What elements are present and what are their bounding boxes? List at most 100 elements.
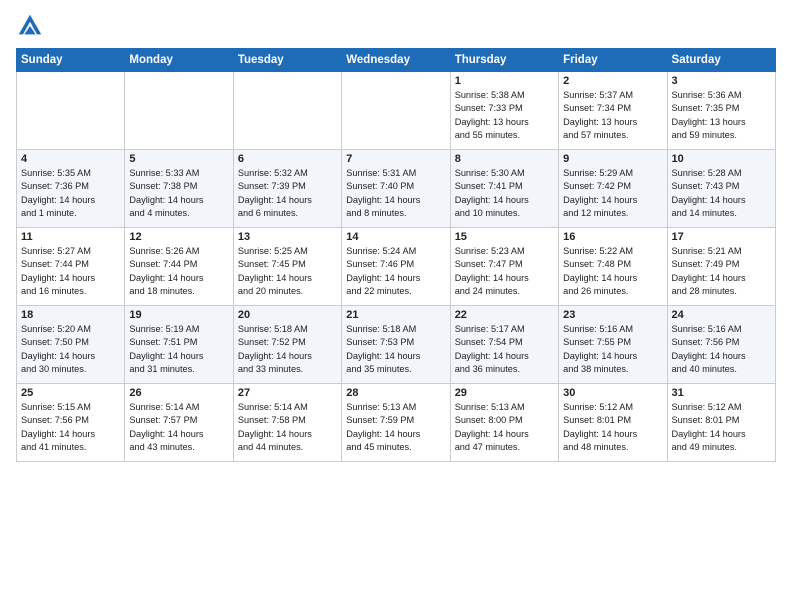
weekday-header-saturday: Saturday xyxy=(667,49,775,72)
day-info: Sunrise: 5:18 AM Sunset: 7:52 PM Dayligh… xyxy=(238,323,337,376)
day-number: 31 xyxy=(672,387,771,399)
day-number: 18 xyxy=(21,309,120,321)
day-info: Sunrise: 5:33 AM Sunset: 7:38 PM Dayligh… xyxy=(129,167,228,220)
day-info: Sunrise: 5:16 AM Sunset: 7:56 PM Dayligh… xyxy=(672,323,771,376)
page: SundayMondayTuesdayWednesdayThursdayFrid… xyxy=(0,0,792,612)
day-info: Sunrise: 5:38 AM Sunset: 7:33 PM Dayligh… xyxy=(455,89,554,142)
weekday-header-thursday: Thursday xyxy=(450,49,558,72)
calendar-cell-3-6: 16 Sunrise: 5:22 AM Sunset: 7:48 PM Dayli… xyxy=(559,228,667,306)
day-info: Sunrise: 5:12 AM Sunset: 8:01 PM Dayligh… xyxy=(563,401,662,454)
logo-icon xyxy=(16,12,44,40)
weekday-header-monday: Monday xyxy=(125,49,233,72)
day-number: 5 xyxy=(129,153,228,165)
calendar-cell-2-1: 4Sunrise: 5:35 AM Sunset: 7:36 PM Daylig… xyxy=(17,150,125,228)
calendar-cell-2-5: 8Sunrise: 5:30 AM Sunset: 7:41 PM Daylig… xyxy=(450,150,558,228)
calendar-cell-4-4: 21Sunrise: 5:18 AM Sunset: 7:53 PM Dayli… xyxy=(342,306,450,384)
day-number: 23 xyxy=(563,309,662,321)
day-number: 21 xyxy=(346,309,445,321)
calendar-cell-1-1 xyxy=(17,72,125,150)
calendar-cell-3-5: 15 Sunrise: 5:23 AM Sunset: 7:47 PM Dayli… xyxy=(450,228,558,306)
day-number: 12 xyxy=(129,231,228,243)
day-number: 16 xyxy=(563,231,662,243)
calendar-cell-5-6: 30 Sunrise: 5:12 AM Sunset: 8:01 PM Dayli… xyxy=(559,384,667,462)
day-number: 1 xyxy=(455,75,554,87)
day-number: 7 xyxy=(346,153,445,165)
day-info: Sunrise: 5:20 AM Sunset: 7:50 PM Dayligh… xyxy=(21,323,120,376)
week-row-2: 4Sunrise: 5:35 AM Sunset: 7:36 PM Daylig… xyxy=(17,150,776,228)
weekday-header-wednesday: Wednesday xyxy=(342,49,450,72)
week-row-5: 25 Sunrise: 5:15 AM Sunset: 7:56 PM Dayli… xyxy=(17,384,776,462)
day-info: Sunrise: 5:22 AM Sunset: 7:48 PM Dayligh… xyxy=(563,245,662,298)
day-info: Sunrise: 5:26 AM Sunset: 7:44 PM Dayligh… xyxy=(129,245,228,298)
calendar-cell-5-2: 26Sunrise: 5:14 AM Sunset: 7:57 PM Dayli… xyxy=(125,384,233,462)
day-number: 17 xyxy=(672,231,771,243)
day-number: 6 xyxy=(238,153,337,165)
day-info: Sunrise: 5:31 AM Sunset: 7:40 PM Dayligh… xyxy=(346,167,445,220)
calendar-cell-1-6: 2Sunrise: 5:37 AM Sunset: 7:34 PM Daylig… xyxy=(559,72,667,150)
calendar-cell-3-1: 11 Sunrise: 5:27 AM Sunset: 7:44 PM Dayli… xyxy=(17,228,125,306)
day-info: Sunrise: 5:13 AM Sunset: 8:00 PM Dayligh… xyxy=(455,401,554,454)
day-info: Sunrise: 5:15 AM Sunset: 7:56 PM Dayligh… xyxy=(21,401,120,454)
calendar-cell-4-6: 23 Sunrise: 5:16 AM Sunset: 7:55 PM Dayli… xyxy=(559,306,667,384)
weekday-header-friday: Friday xyxy=(559,49,667,72)
calendar-cell-4-1: 18 Sunrise: 5:20 AM Sunset: 7:50 PM Dayli… xyxy=(17,306,125,384)
day-info: Sunrise: 5:12 AM Sunset: 8:01 PM Dayligh… xyxy=(672,401,771,454)
calendar-cell-4-2: 19 Sunrise: 5:19 AM Sunset: 7:51 PM Dayli… xyxy=(125,306,233,384)
calendar-cell-4-3: 20 Sunrise: 5:18 AM Sunset: 7:52 PM Dayli… xyxy=(233,306,341,384)
day-info: Sunrise: 5:30 AM Sunset: 7:41 PM Dayligh… xyxy=(455,167,554,220)
calendar-cell-3-7: 17 Sunrise: 5:21 AM Sunset: 7:49 PM Dayli… xyxy=(667,228,775,306)
day-info: Sunrise: 5:14 AM Sunset: 7:58 PM Dayligh… xyxy=(238,401,337,454)
day-number: 9 xyxy=(563,153,662,165)
calendar-cell-2-7: 10Sunrise: 5:28 AM Sunset: 7:43 PM Dayli… xyxy=(667,150,775,228)
day-number: 14 xyxy=(346,231,445,243)
calendar-cell-5-7: 31 Sunrise: 5:12 AM Sunset: 8:01 PM Dayli… xyxy=(667,384,775,462)
calendar-cell-1-5: 1 Sunrise: 5:38 AM Sunset: 7:33 PM Daylig… xyxy=(450,72,558,150)
weekday-header-sunday: Sunday xyxy=(17,49,125,72)
day-info: Sunrise: 5:27 AM Sunset: 7:44 PM Dayligh… xyxy=(21,245,120,298)
calendar-table: SundayMondayTuesdayWednesdayThursdayFrid… xyxy=(16,48,776,462)
day-number: 4 xyxy=(21,153,120,165)
day-number: 30 xyxy=(563,387,662,399)
calendar-cell-1-3 xyxy=(233,72,341,150)
day-info: Sunrise: 5:13 AM Sunset: 7:59 PM Dayligh… xyxy=(346,401,445,454)
day-number: 10 xyxy=(672,153,771,165)
calendar-cell-5-1: 25 Sunrise: 5:15 AM Sunset: 7:56 PM Dayli… xyxy=(17,384,125,462)
calendar-cell-5-3: 27Sunrise: 5:14 AM Sunset: 7:58 PM Dayli… xyxy=(233,384,341,462)
day-info: Sunrise: 5:25 AM Sunset: 7:45 PM Dayligh… xyxy=(238,245,337,298)
day-number: 20 xyxy=(238,309,337,321)
day-number: 25 xyxy=(21,387,120,399)
calendar-cell-2-4: 7 Sunrise: 5:31 AM Sunset: 7:40 PM Daylig… xyxy=(342,150,450,228)
day-info: Sunrise: 5:29 AM Sunset: 7:42 PM Dayligh… xyxy=(563,167,662,220)
day-number: 11 xyxy=(21,231,120,243)
day-number: 15 xyxy=(455,231,554,243)
calendar-cell-4-7: 24 Sunrise: 5:16 AM Sunset: 7:56 PM Dayli… xyxy=(667,306,775,384)
week-row-3: 11 Sunrise: 5:27 AM Sunset: 7:44 PM Dayli… xyxy=(17,228,776,306)
calendar-cell-2-6: 9 Sunrise: 5:29 AM Sunset: 7:42 PM Daylig… xyxy=(559,150,667,228)
day-info: Sunrise: 5:16 AM Sunset: 7:55 PM Dayligh… xyxy=(563,323,662,376)
calendar-cell-3-2: 12 Sunrise: 5:26 AM Sunset: 7:44 PM Dayli… xyxy=(125,228,233,306)
day-info: Sunrise: 5:14 AM Sunset: 7:57 PM Dayligh… xyxy=(129,401,228,454)
day-number: 22 xyxy=(455,309,554,321)
day-info: Sunrise: 5:17 AM Sunset: 7:54 PM Dayligh… xyxy=(455,323,554,376)
weekday-header-tuesday: Tuesday xyxy=(233,49,341,72)
day-info: Sunrise: 5:24 AM Sunset: 7:46 PM Dayligh… xyxy=(346,245,445,298)
day-info: Sunrise: 5:36 AM Sunset: 7:35 PM Dayligh… xyxy=(672,89,771,142)
calendar-cell-3-3: 13Sunrise: 5:25 AM Sunset: 7:45 PM Dayli… xyxy=(233,228,341,306)
weekday-header-row: SundayMondayTuesdayWednesdayThursdayFrid… xyxy=(17,49,776,72)
day-number: 3 xyxy=(672,75,771,87)
day-number: 29 xyxy=(455,387,554,399)
calendar-cell-5-5: 29 Sunrise: 5:13 AM Sunset: 8:00 PM Dayli… xyxy=(450,384,558,462)
calendar-cell-4-5: 22 Sunrise: 5:17 AM Sunset: 7:54 PM Dayli… xyxy=(450,306,558,384)
calendar-cell-5-4: 28 Sunrise: 5:13 AM Sunset: 7:59 PM Dayli… xyxy=(342,384,450,462)
day-info: Sunrise: 5:21 AM Sunset: 7:49 PM Dayligh… xyxy=(672,245,771,298)
calendar-cell-3-4: 14 Sunrise: 5:24 AM Sunset: 7:46 PM Dayli… xyxy=(342,228,450,306)
day-info: Sunrise: 5:19 AM Sunset: 7:51 PM Dayligh… xyxy=(129,323,228,376)
logo xyxy=(16,12,48,40)
week-row-4: 18 Sunrise: 5:20 AM Sunset: 7:50 PM Dayli… xyxy=(17,306,776,384)
day-info: Sunrise: 5:37 AM Sunset: 7:34 PM Dayligh… xyxy=(563,89,662,142)
day-number: 24 xyxy=(672,309,771,321)
day-number: 19 xyxy=(129,309,228,321)
day-info: Sunrise: 5:23 AM Sunset: 7:47 PM Dayligh… xyxy=(455,245,554,298)
calendar-cell-1-2 xyxy=(125,72,233,150)
day-number: 28 xyxy=(346,387,445,399)
